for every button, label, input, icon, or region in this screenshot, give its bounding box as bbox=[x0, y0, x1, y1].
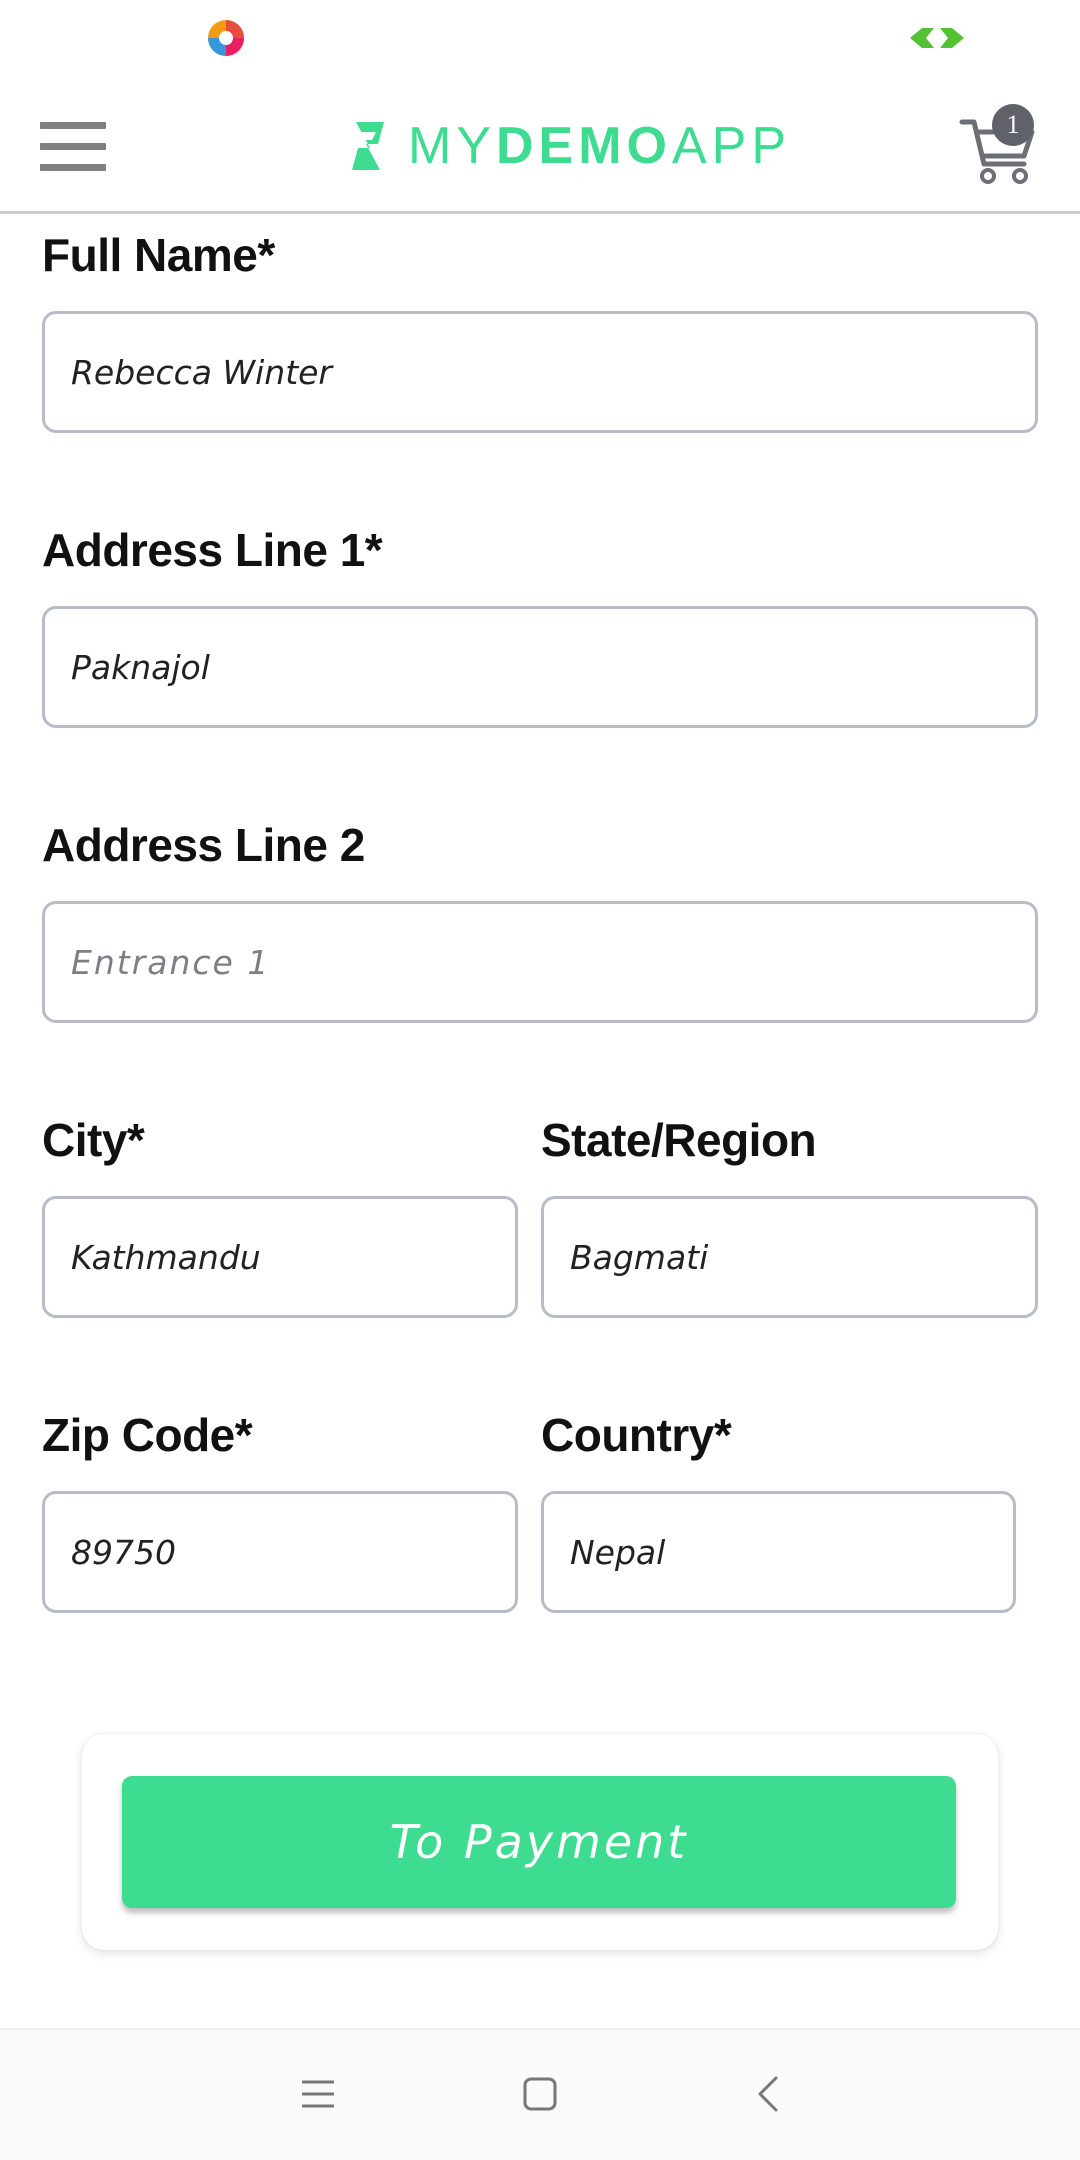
nav-menu-icon[interactable] bbox=[298, 2074, 338, 2114]
state-region-label: State/Region bbox=[541, 1114, 817, 1166]
country-label: Country* bbox=[541, 1409, 732, 1461]
app-header: MYDEMOAPP 1 bbox=[0, 78, 1080, 214]
state-region-input[interactable]: Bagmati bbox=[541, 1196, 1038, 1318]
city-label: City* bbox=[42, 1114, 145, 1166]
address-line-2-placeholder: Entrance 1 bbox=[71, 942, 271, 982]
battery-icon bbox=[910, 28, 964, 48]
address-line-1-input[interactable]: Paknajol bbox=[42, 606, 1038, 728]
menu-icon-line bbox=[40, 143, 106, 150]
nav-home-icon[interactable] bbox=[520, 2074, 560, 2114]
address-line-1-label: Address Line 1* bbox=[42, 524, 383, 576]
status-bar bbox=[0, 0, 1080, 78]
country-value: Nepal bbox=[570, 1532, 666, 1572]
payment-card: To Payment bbox=[82, 1734, 998, 1950]
state-region-value: Bagmati bbox=[570, 1237, 709, 1277]
menu-button[interactable] bbox=[40, 122, 106, 174]
menu-icon-line bbox=[40, 164, 106, 171]
city-input[interactable]: Kathmandu bbox=[42, 1196, 518, 1318]
app-logo: MYDEMOAPP bbox=[340, 116, 791, 176]
address-line-2-label: Address Line 2 bbox=[42, 819, 365, 871]
full-name-label: Full Name* bbox=[42, 229, 275, 281]
logo-icon bbox=[352, 122, 384, 170]
country-input[interactable]: Nepal bbox=[541, 1491, 1016, 1613]
to-payment-button[interactable]: To Payment bbox=[122, 1776, 956, 1908]
nav-back-icon[interactable] bbox=[748, 2074, 788, 2114]
full-name-value: Rebecca Winter bbox=[71, 352, 333, 392]
full-name-input[interactable]: Rebecca Winter bbox=[42, 311, 1038, 433]
zip-code-value: 89750 bbox=[71, 1532, 176, 1572]
city-value: Kathmandu bbox=[71, 1237, 261, 1277]
logo-text: MYDEMOAPP bbox=[408, 117, 792, 175]
zip-code-label: Zip Code* bbox=[42, 1409, 253, 1461]
address-line-2-input[interactable]: Entrance 1 bbox=[42, 901, 1038, 1023]
address-line-1-value: Paknajol bbox=[71, 647, 210, 687]
menu-icon-line bbox=[40, 122, 106, 129]
system-nav-bar bbox=[0, 2028, 1080, 2160]
app-status-icon bbox=[208, 20, 244, 56]
cart-badge: 1 bbox=[992, 104, 1034, 146]
zip-code-input[interactable]: 89750 bbox=[42, 1491, 518, 1613]
